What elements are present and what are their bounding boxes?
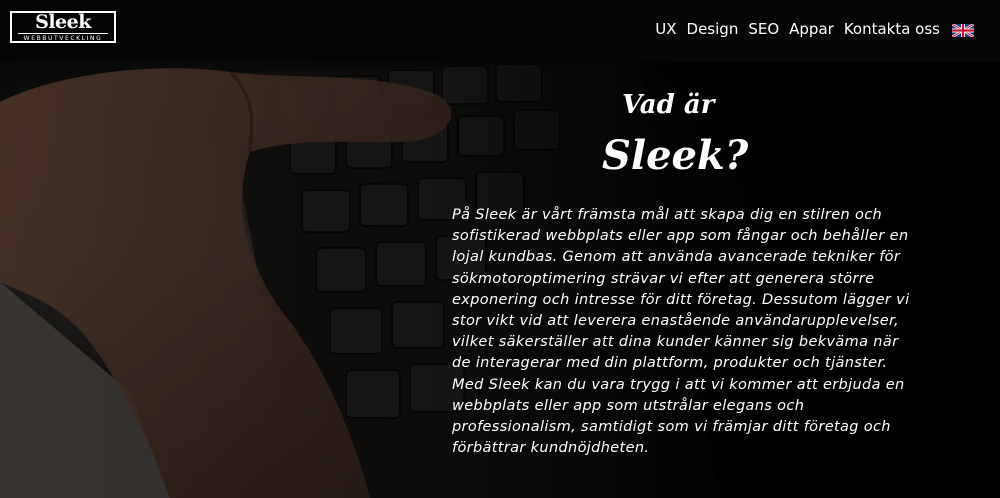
- hero-title-line1: Vad är: [622, 90, 715, 120]
- hero-title-line2: Sleek?: [602, 132, 749, 179]
- top-navigation-bar: Sleek WEBBUTVECKLING UX Design SEO Appar…: [0, 0, 1000, 62]
- nav-item-ux[interactable]: UX: [655, 20, 676, 38]
- logo-wordmark: Sleek: [35, 11, 91, 33]
- nav-item-design[interactable]: Design: [687, 20, 739, 38]
- uk-flag-icon[interactable]: [951, 22, 975, 38]
- nav-item-seo[interactable]: SEO: [748, 20, 779, 38]
- nav-item-kontakta-oss[interactable]: Kontakta oss: [844, 20, 940, 38]
- sleek-logo[interactable]: Sleek WEBBUTVECKLING: [10, 11, 116, 43]
- nav-item-appar[interactable]: Appar: [789, 20, 834, 38]
- main-menu: UX Design SEO Appar Kontakta oss: [645, 20, 975, 38]
- logo-subtitle: WEBBUTVECKLING: [18, 33, 108, 43]
- hero-description: På Sleek är vårt främsta mål att skapa d…: [452, 207, 910, 457]
